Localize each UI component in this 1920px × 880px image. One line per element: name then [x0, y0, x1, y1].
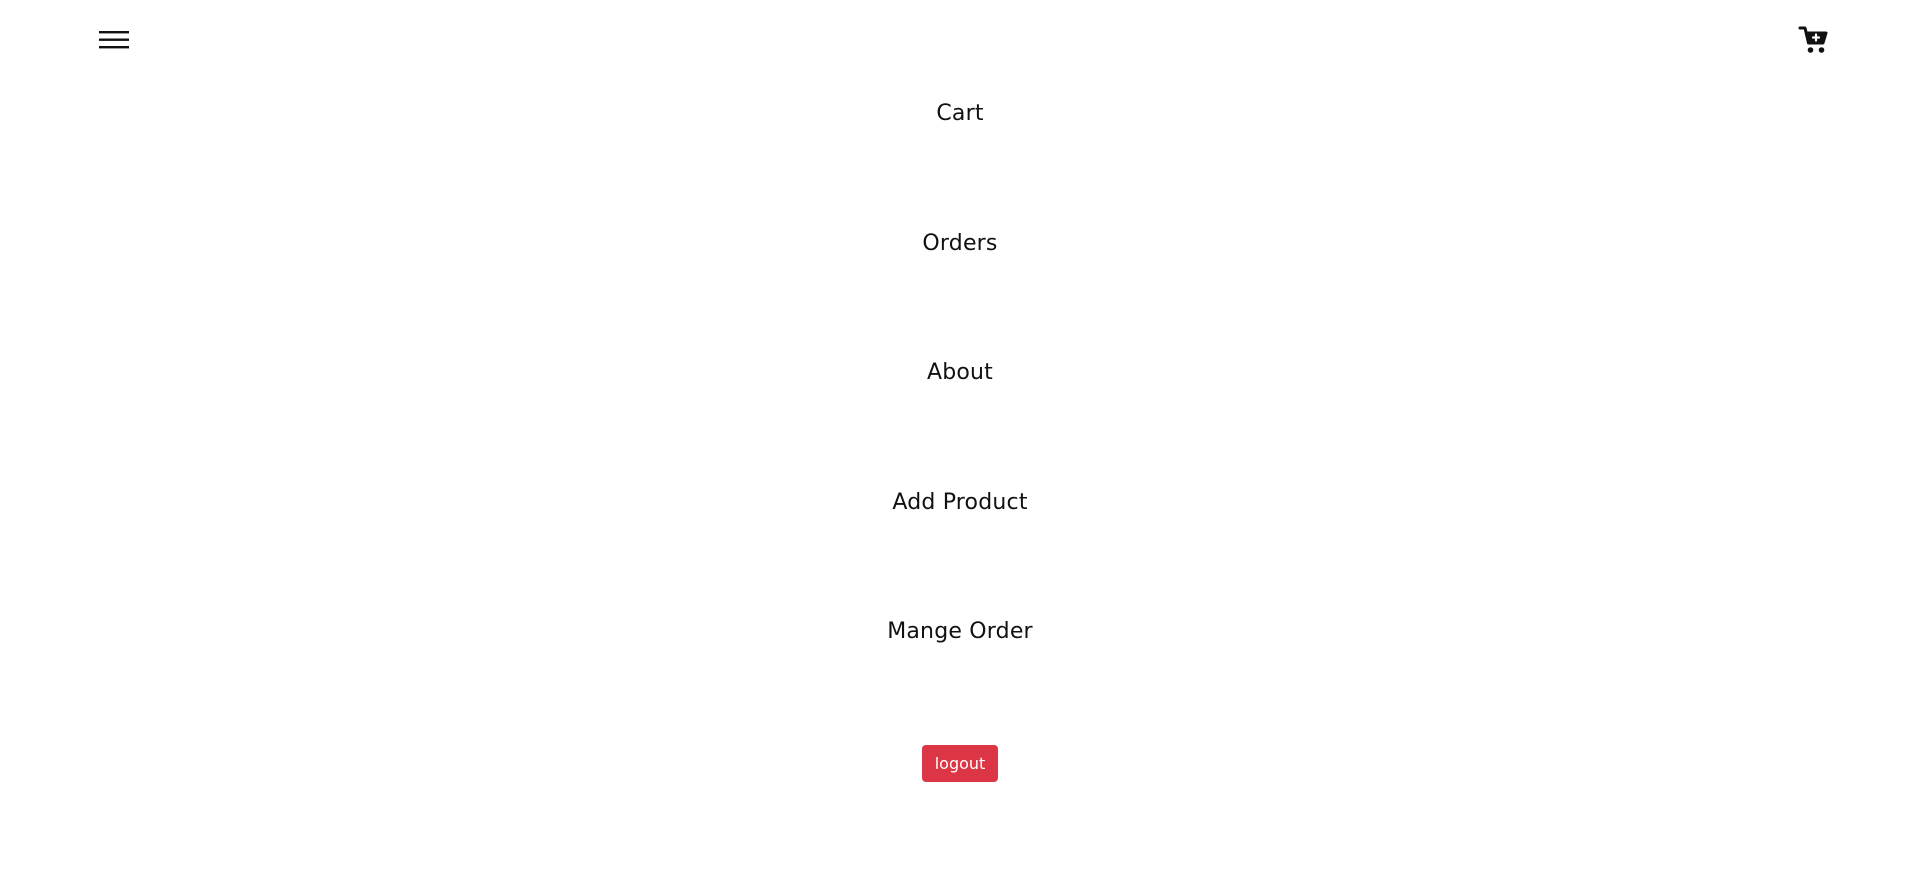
nav-item-cart[interactable]: Cart: [0, 99, 1920, 129]
nav-menu: Cart Orders About Add Product Mange Orde…: [0, 0, 1920, 880]
nav-item-add-product[interactable]: Add Product: [0, 488, 1920, 518]
logout-container: logout: [0, 745, 1920, 782]
nav-item-about[interactable]: About: [0, 358, 1920, 388]
nav-item-orders[interactable]: Orders: [0, 229, 1920, 259]
nav-item-manage-order[interactable]: Mange Order: [0, 617, 1920, 647]
nav-item-label: Mange Order: [887, 619, 1033, 644]
app-page: Cart Orders About Add Product Mange Orde…: [0, 0, 1920, 880]
nav-item-label: Cart: [936, 101, 984, 126]
nav-item-label: Orders: [922, 231, 998, 256]
nav-item-label: Add Product: [892, 490, 1028, 515]
nav-item-label: About: [926, 360, 994, 385]
logout-button[interactable]: logout: [921, 745, 999, 782]
